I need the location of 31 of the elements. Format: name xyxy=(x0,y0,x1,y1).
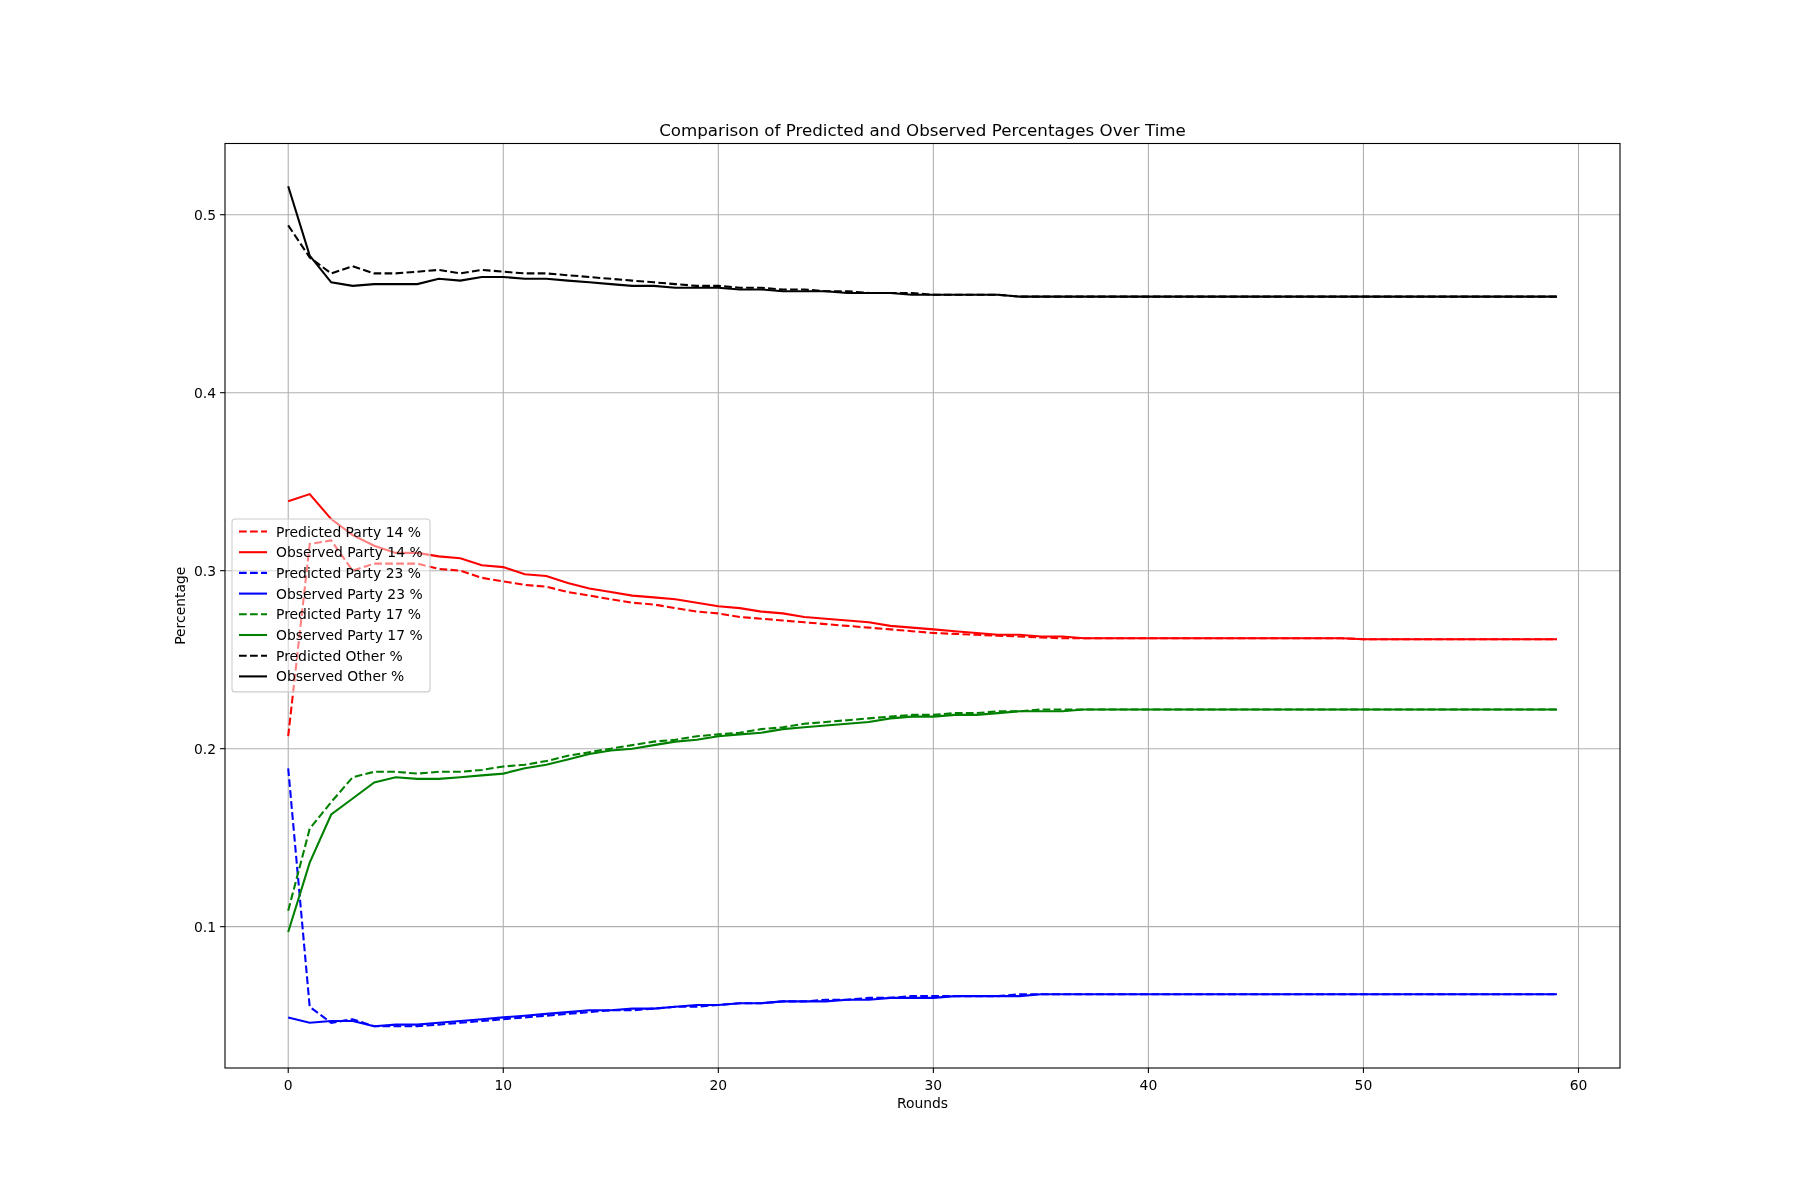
tick-label: 0.1 xyxy=(193,918,216,935)
tick-label: 50 xyxy=(1354,1077,1373,1093)
y-axis-label: Percentage xyxy=(172,566,188,645)
legend-line-icon xyxy=(239,675,267,678)
legend-label: Predicted Party 17 % xyxy=(276,606,421,623)
legend-line-icon xyxy=(239,551,267,554)
tick-label: 0.2 xyxy=(193,740,216,757)
tick-label: 30 xyxy=(924,1077,943,1093)
legend-label: Predicted Other % xyxy=(276,647,403,664)
legend-line-icon xyxy=(239,633,267,637)
tick-label: 0 xyxy=(283,1077,293,1093)
tick-label: 20 xyxy=(709,1077,728,1093)
legend-label: Predicted Party 14 % xyxy=(276,523,421,540)
legend-line-icon xyxy=(239,654,267,657)
tick-label: 0.5 xyxy=(193,206,216,223)
legend-label: Predicted Party 23 % xyxy=(276,564,421,581)
legend-label: Observed Party 23 % xyxy=(276,585,423,602)
legend-label: Observed Other % xyxy=(276,668,405,685)
chart-title: Comparison of Predicted and Observed Percentages Over Time xyxy=(659,120,1186,140)
tick-label: 10 xyxy=(494,1077,513,1093)
tick-label: 40 xyxy=(1139,1077,1158,1093)
legend-line-icon xyxy=(239,613,267,616)
legend-line-icon xyxy=(239,571,267,574)
legend-label: Observed Party 14 % xyxy=(276,544,423,561)
legend-label: Observed Party 17 % xyxy=(276,627,423,643)
x-axis-label: Rounds xyxy=(896,1095,949,1111)
legend-line-icon xyxy=(239,592,267,595)
legend-line-icon xyxy=(239,530,267,533)
tick-label: 0.4 xyxy=(193,384,216,401)
tick-label: 60 xyxy=(1569,1077,1588,1093)
tick-label: 0.3 xyxy=(193,562,216,579)
